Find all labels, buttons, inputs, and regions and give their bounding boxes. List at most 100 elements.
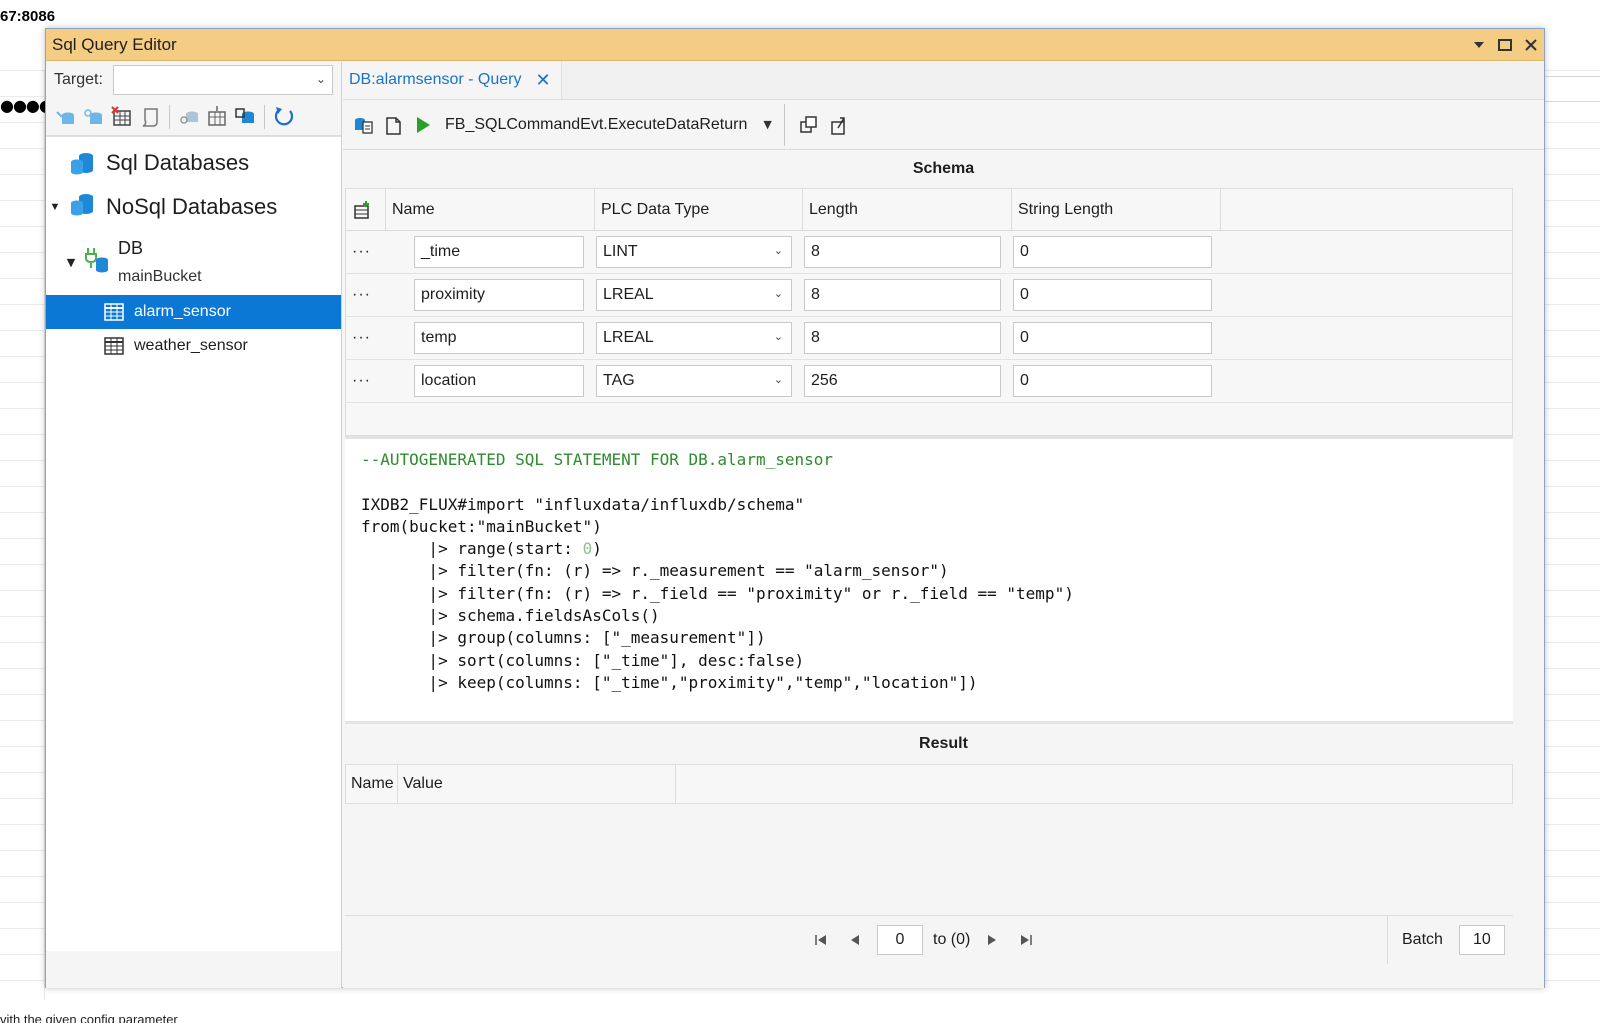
- field-name-value: location: [421, 372, 477, 389]
- tree-label: weather_sensor: [134, 337, 248, 354]
- field-name-input[interactable]: temp: [414, 322, 584, 354]
- close-button[interactable]: [1518, 32, 1544, 58]
- page-number-input[interactable]: 0: [877, 925, 923, 955]
- sql-query-editor-window: Sql Query Editor Target: ⌄ Sql Databases…: [45, 28, 1545, 988]
- expand-caret-icon[interactable]: ▼: [48, 201, 62, 213]
- database-icon: [71, 194, 93, 216]
- row-menu-button[interactable]: ···: [346, 286, 386, 304]
- length-input[interactable]: 8: [804, 236, 1001, 268]
- tree-item-sql-databases[interactable]: Sql Databases: [46, 141, 341, 185]
- length-value: 256: [811, 372, 838, 389]
- script-icon[interactable]: [138, 105, 162, 129]
- previous-page-button[interactable]: [843, 928, 867, 952]
- next-page-button[interactable]: [980, 928, 1004, 952]
- string-length-input[interactable]: 0: [1013, 322, 1212, 354]
- chevron-down-icon[interactable]: ▼: [763, 118, 771, 131]
- database-link-icon[interactable]: [177, 105, 201, 129]
- toolbar-separator: [169, 104, 170, 129]
- result-title: Result: [919, 735, 968, 752]
- plc-data-type-select[interactable]: LINT ⌄: [596, 236, 792, 268]
- column-header-name[interactable]: Name: [346, 764, 398, 804]
- field-name-value: temp: [421, 329, 457, 346]
- field-name-input[interactable]: _time: [414, 236, 584, 268]
- string-length-input[interactable]: 0: [1013, 279, 1212, 311]
- schema-header-row: Name PLC Data Type Length String Length: [346, 188, 1512, 231]
- export-icon[interactable]: [827, 113, 851, 137]
- string-length-input[interactable]: 0: [1013, 365, 1212, 397]
- database-tree: Sql Databases ▼ NoSql Databases ▼ DB mai…: [46, 136, 341, 951]
- batch-size-input[interactable]: 10: [1458, 925, 1505, 955]
- background-address-text: 67:8086: [0, 8, 56, 25]
- tree-item-weather-sensor[interactable]: weather_sensor: [46, 329, 341, 363]
- previous-page-icon: [851, 935, 859, 945]
- add-row-button[interactable]: [346, 188, 386, 231]
- code-line: |> filter(fn: (r) => r._measurement == "…: [361, 561, 949, 581]
- chevron-down-icon: ⌄: [315, 72, 326, 86]
- batch-size-value: 10: [1473, 931, 1491, 948]
- tab-query[interactable]: DB:alarmsensor - Query ✕: [343, 61, 562, 99]
- code-line: ): [592, 539, 602, 559]
- sql-code-editor[interactable]: --AUTOGENERATED SQL STATEMENT FOR DB.ala…: [345, 436, 1513, 724]
- bucket-name: mainBucket: [118, 268, 202, 285]
- code-line: IXDB2_FLUX#import "influxdata/influxdb/s…: [361, 494, 805, 514]
- tree-label: NoSql Databases: [106, 194, 278, 219]
- tree-item-db[interactable]: ▼ DB mainBucket: [46, 229, 341, 295]
- refresh-icon[interactable]: [272, 105, 296, 129]
- generate-code-icon[interactable]: [351, 113, 375, 137]
- tree-item-alarm-sensor[interactable]: alarm_sensor: [46, 295, 341, 329]
- field-name-value: _time: [421, 243, 461, 260]
- sync-database-icon[interactable]: [233, 105, 257, 129]
- target-dropdown[interactable]: ⌄: [112, 65, 333, 95]
- new-query-icon[interactable]: [381, 113, 405, 137]
- code-number: 0: [582, 539, 593, 559]
- last-page-icon: [1021, 935, 1033, 945]
- maximize-button[interactable]: [1492, 32, 1518, 58]
- schema-row: ··· temp LREAL ⌄ 8 0: [346, 317, 1512, 360]
- length-input[interactable]: 8: [804, 322, 1001, 354]
- code-line: from(bucket:"mainBucket"): [361, 516, 602, 536]
- plc-data-type-value: LINT: [603, 243, 638, 260]
- row-menu-button[interactable]: ···: [346, 372, 386, 390]
- row-menu-button[interactable]: ···: [346, 243, 386, 261]
- column-header-length[interactable]: Length: [803, 188, 1012, 231]
- run-icon[interactable]: [411, 113, 435, 137]
- tree-item-nosql-databases[interactable]: ▼ NoSql Databases: [46, 185, 341, 229]
- length-value: 8: [811, 329, 820, 346]
- toolbar-separator: [264, 104, 265, 129]
- plc-data-type-value: TAG: [603, 372, 635, 389]
- field-name-input[interactable]: proximity: [414, 279, 584, 311]
- string-length-value: 0: [1020, 372, 1029, 389]
- column-header-plc-data-type[interactable]: PLC Data Type: [595, 188, 803, 231]
- first-page-button[interactable]: [809, 928, 833, 952]
- plc-data-type-select[interactable]: TAG ⌄: [596, 365, 792, 397]
- column-header-string-length[interactable]: String Length: [1012, 188, 1221, 231]
- disconnect-database-icon[interactable]: [82, 105, 106, 129]
- document-tabbar: DB:alarmsensor - Query ✕: [343, 61, 1544, 100]
- delete-table-icon[interactable]: [110, 105, 134, 129]
- table-icon: [104, 337, 124, 355]
- add-table-icon[interactable]: [205, 105, 229, 129]
- chevron-down-icon: ⌄: [773, 374, 783, 386]
- close-tab-icon[interactable]: ✕: [536, 70, 551, 91]
- execute-command-label[interactable]: FB_SQLCommandEvt.ExecuteDataReturn: [445, 116, 747, 134]
- window-menu-button[interactable]: [1466, 32, 1492, 58]
- field-name-value: proximity: [421, 286, 486, 303]
- length-input[interactable]: 256: [804, 365, 1001, 397]
- plc-data-type-select[interactable]: LREAL ⌄: [596, 322, 792, 354]
- row-menu-button[interactable]: ···: [346, 329, 386, 347]
- plc-data-type-select[interactable]: LREAL ⌄: [596, 279, 792, 311]
- last-page-button[interactable]: [1014, 928, 1038, 952]
- column-header-name[interactable]: Name: [386, 188, 595, 231]
- length-input[interactable]: 8: [804, 279, 1001, 311]
- code-line: |> sort(columns: ["_time"], desc:false): [361, 650, 805, 670]
- database-explorer-panel: Target: ⌄ Sql Databases ▼ NoSql Database…: [46, 62, 342, 988]
- length-value: 8: [811, 243, 820, 260]
- copy-icon[interactable]: [797, 113, 821, 137]
- string-length-input[interactable]: 0: [1013, 236, 1212, 268]
- connect-database-icon[interactable]: [54, 105, 78, 129]
- window-titlebar[interactable]: Sql Query Editor: [46, 29, 1544, 61]
- target-row: Target: ⌄: [46, 62, 341, 98]
- column-header-value[interactable]: Value: [398, 764, 676, 804]
- expand-caret-icon[interactable]: ▼: [64, 256, 78, 269]
- field-name-input[interactable]: location: [414, 365, 584, 397]
